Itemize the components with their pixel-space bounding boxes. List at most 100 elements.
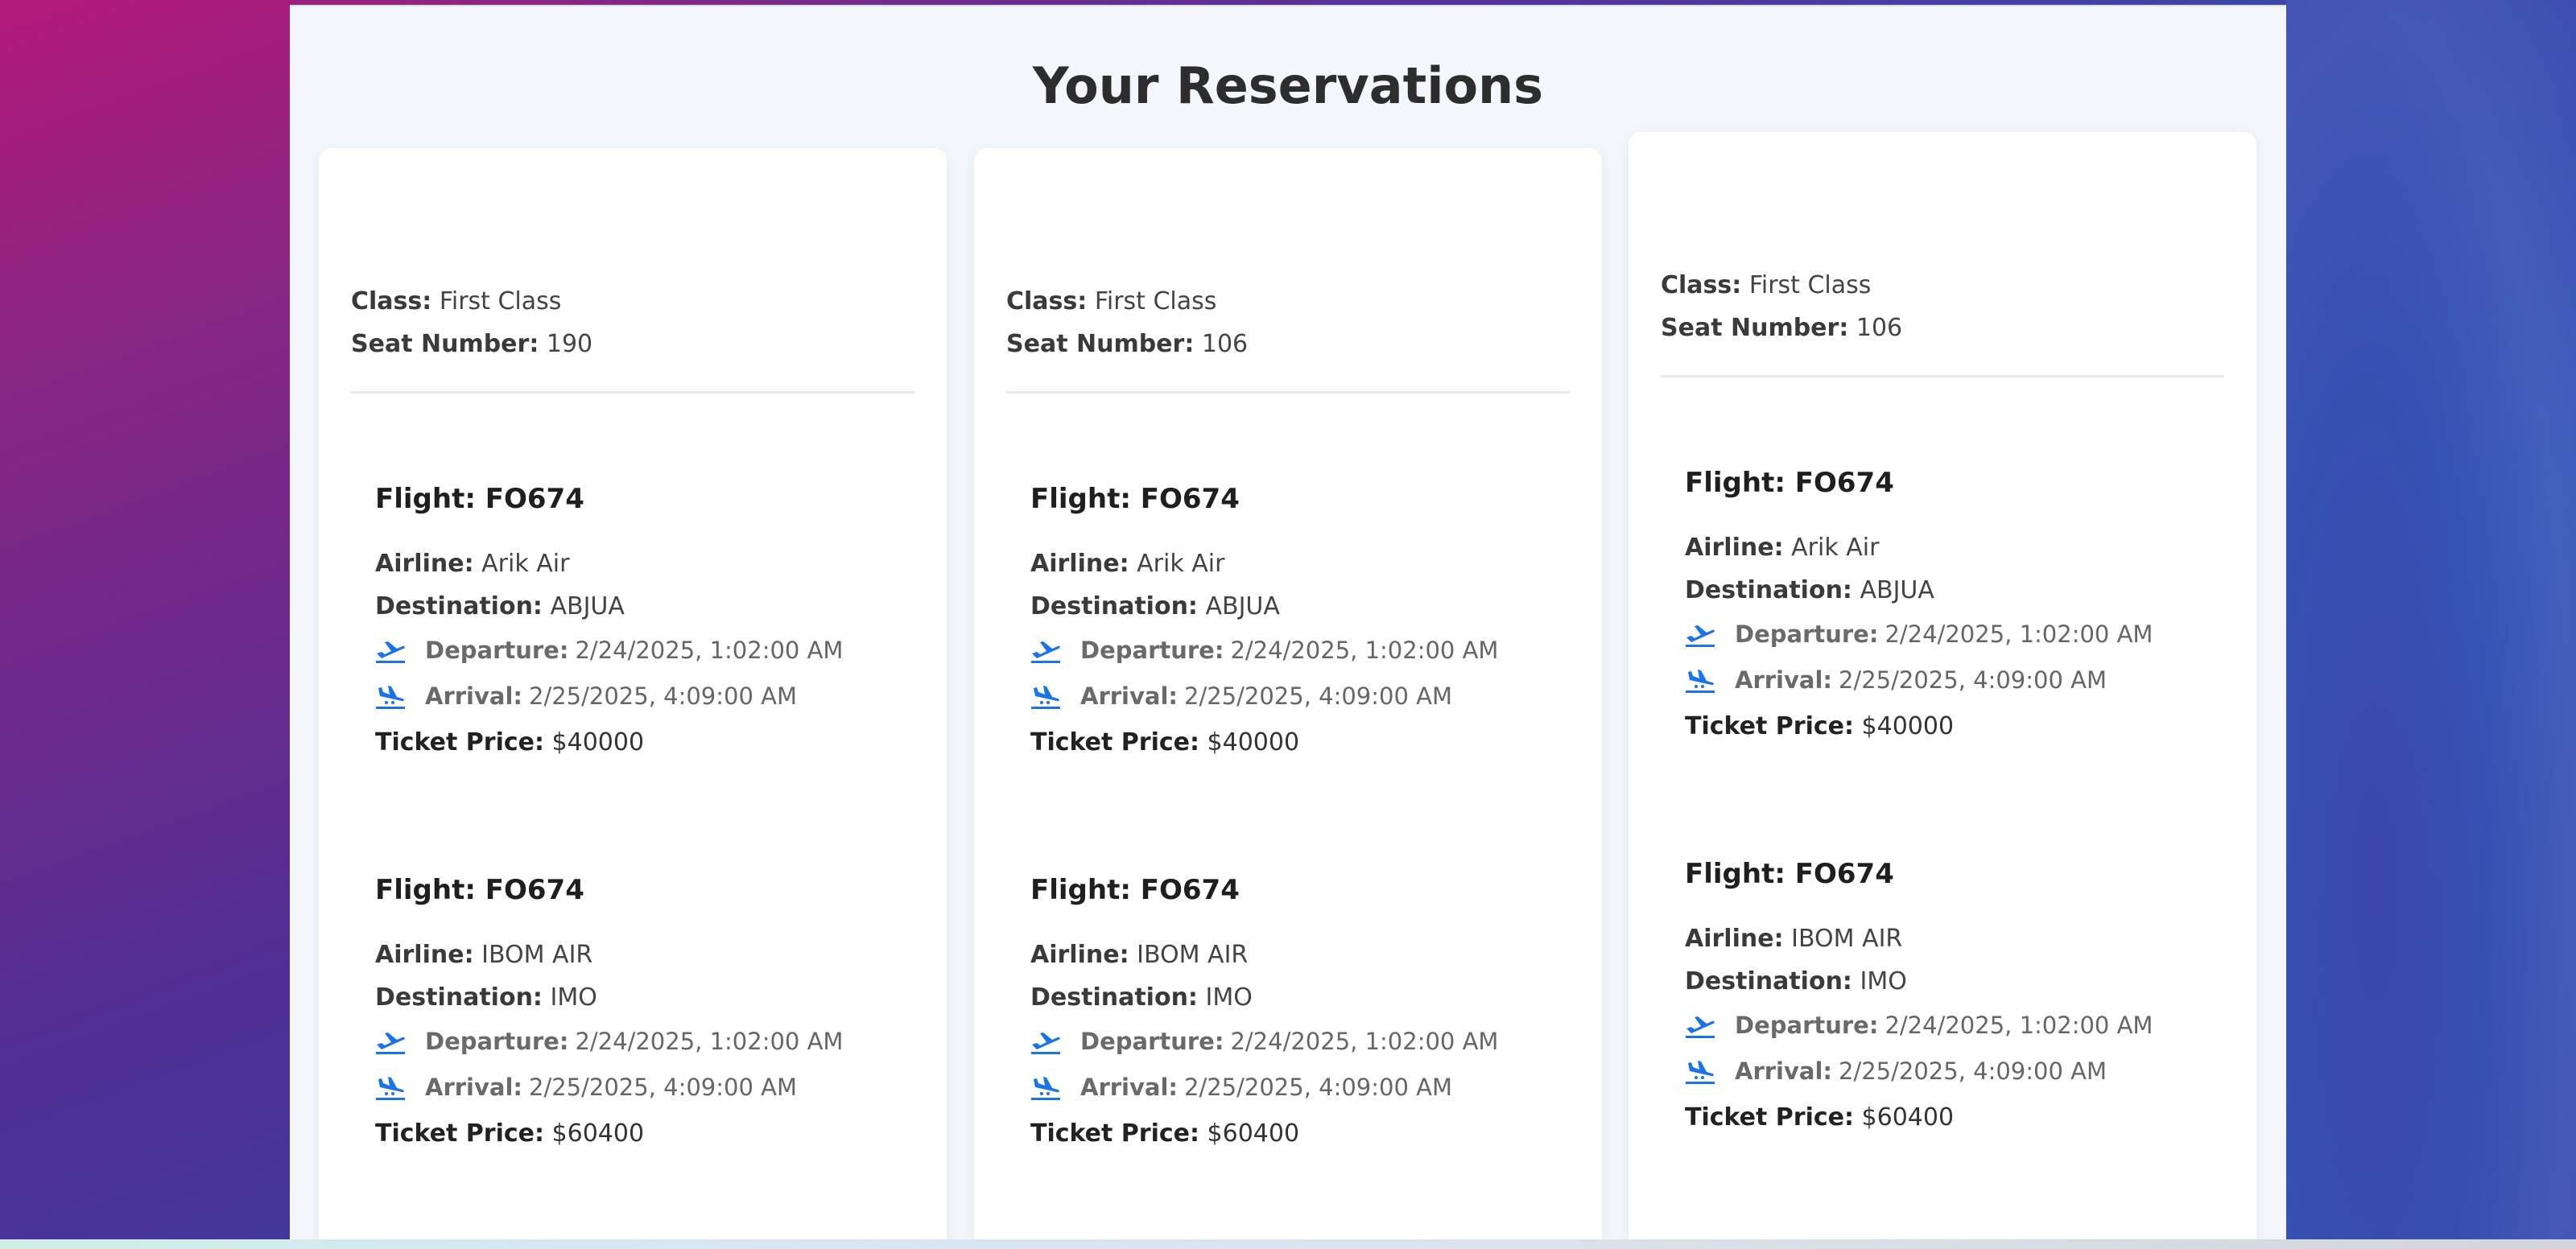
- reservation-card: Class: First Class Seat Number: 190 Flig…: [319, 148, 947, 1241]
- class-value: First Class: [439, 287, 562, 315]
- departure-value: 2/24/2025, 1:02:00 AM: [575, 637, 844, 664]
- departure-row: Departure: 2/24/2025, 1:02:00 AM: [1685, 612, 2216, 657]
- arrival-row: Arrival: 2/25/2025, 4:09:00 AM: [1685, 1049, 2216, 1094]
- price-row: Ticket Price: $60400: [375, 1119, 645, 1148]
- departure-value: 2/24/2025, 1:02:00 AM: [1885, 1012, 2153, 1039]
- plane-arrival-icon: [1031, 1076, 1060, 1100]
- seat-value: 190: [546, 330, 593, 358]
- airline-row: Airline: Arik Air: [375, 550, 570, 578]
- arrival-row: Arrival: 2/25/2025, 4:09:00 AM: [375, 1065, 906, 1111]
- price-row: Ticket Price: $60400: [1685, 1103, 1955, 1132]
- bottom-bar: [0, 1239, 2576, 1249]
- reservation-summary: Class: First Class Seat Number: 106: [1006, 280, 1570, 365]
- destination-row: Destination: ABJUA: [1685, 576, 1934, 604]
- plane-arrival-icon: [1686, 669, 1715, 693]
- price-value: $60400: [1207, 1119, 1300, 1148]
- plane-departure-icon: [1031, 641, 1060, 663]
- flight-block: Flight: FO674 Airline: Arik Air Destinat…: [1030, 481, 1562, 766]
- departure-value: 2/24/2025, 1:02:00 AM: [575, 1028, 844, 1055]
- plane-arrival-icon: [376, 685, 405, 709]
- flight-title: Flight: FO674: [1030, 483, 1240, 515]
- reservation-card: Class: First Class Seat Number: 106 Flig…: [1629, 132, 2256, 1241]
- destination-row: Destination: IMO: [1685, 967, 1907, 995]
- seat-row: Seat Number: 190: [351, 330, 593, 358]
- reservation-summary: Class: First Class Seat Number: 190: [351, 280, 914, 365]
- airline-row: Airline: IBOM AIR: [1685, 925, 1903, 953]
- destination-value: IMO: [1205, 983, 1253, 1012]
- arrival-value: 2/25/2025, 4:09:00 AM: [529, 682, 798, 710]
- departure-row: Departure: 2/24/2025, 1:02:00 AM: [1030, 1019, 1562, 1065]
- departure-value: 2/24/2025, 1:02:00 AM: [1885, 620, 2153, 648]
- plane-departure-icon: [1686, 624, 1715, 647]
- price-value: $40000: [551, 728, 645, 756]
- airline-row: Airline: IBOM AIR: [375, 941, 593, 969]
- plane-arrival-icon: [376, 1076, 405, 1100]
- destination-row: Destination: ABJUA: [375, 592, 625, 620]
- plane-arrival-icon: [1031, 685, 1060, 709]
- seat-value: 106: [1856, 314, 1903, 342]
- arrival-value: 2/25/2025, 4:09:00 AM: [1839, 666, 2107, 694]
- flight-block: Flight: FO674 Airline: IBOM AIR Destinat…: [375, 872, 906, 1157]
- departure-row: Departure: 2/24/2025, 1:02:00 AM: [375, 1019, 906, 1065]
- airline-value: Arik Air: [481, 550, 570, 578]
- arrival-value: 2/25/2025, 4:09:00 AM: [1839, 1057, 2107, 1085]
- departure-row: Departure: 2/24/2025, 1:02:00 AM: [375, 628, 906, 674]
- airline-row: Airline: IBOM AIR: [1030, 941, 1249, 969]
- departure-value: 2/24/2025, 1:02:00 AM: [1230, 1028, 1499, 1055]
- class-value: First Class: [1748, 271, 1872, 299]
- background-left: [0, 0, 290, 1249]
- divider: [351, 391, 914, 394]
- seat-value: 106: [1201, 330, 1249, 358]
- airline-row: Airline: Arik Air: [1030, 550, 1225, 578]
- page-title: Your Reservations: [1032, 56, 1544, 115]
- divider: [1006, 391, 1570, 394]
- flight-title: Flight: FO674: [1030, 874, 1240, 906]
- destination-row: Destination: ABJUA: [1030, 592, 1280, 620]
- flight-block: Flight: FO674 Airline: Arik Air Destinat…: [1685, 465, 2216, 750]
- destination-value: IMO: [1860, 967, 1907, 995]
- arrival-value: 2/25/2025, 4:09:00 AM: [529, 1074, 798, 1101]
- flight-block: Flight: FO674 Airline: Arik Air Destinat…: [375, 481, 906, 766]
- price-row: Ticket Price: $40000: [1030, 728, 1300, 756]
- seat-row: Seat Number: 106: [1661, 314, 1903, 342]
- destination-value: ABJUA: [550, 592, 625, 620]
- background-right: [2286, 0, 2576, 1249]
- destination-row: Destination: IMO: [375, 983, 597, 1012]
- arrival-value: 2/25/2025, 4:09:00 AM: [1184, 682, 1453, 710]
- reservation-card: Class: First Class Seat Number: 106 Flig…: [974, 148, 1602, 1241]
- airline-value: Arik Air: [1791, 534, 1880, 562]
- destination-value: ABJUA: [1205, 592, 1280, 620]
- class-value: First Class: [1094, 287, 1217, 315]
- arrival-row: Arrival: 2/25/2025, 4:09:00 AM: [1030, 1065, 1562, 1111]
- class-row: Class: First Class: [351, 287, 562, 315]
- flight-title: Flight: FO674: [1685, 467, 1894, 499]
- arrival-value: 2/25/2025, 4:09:00 AM: [1184, 1074, 1453, 1101]
- price-row: Ticket Price: $60400: [1030, 1119, 1300, 1148]
- flight-title: Flight: FO674: [1685, 858, 1894, 890]
- plane-departure-icon: [1686, 1016, 1715, 1038]
- airline-value: IBOM AIR: [1791, 925, 1903, 953]
- airline-row: Airline: Arik Air: [1685, 534, 1880, 562]
- departure-row: Departure: 2/24/2025, 1:02:00 AM: [1030, 628, 1562, 674]
- price-value: $40000: [1207, 728, 1300, 756]
- flight-title: Flight: FO674: [375, 483, 584, 515]
- price-row: Ticket Price: $40000: [1685, 712, 1955, 740]
- flight-block: Flight: FO674 Airline: IBOM AIR Destinat…: [1685, 856, 2216, 1141]
- plane-departure-icon: [376, 1032, 405, 1054]
- reservations-panel: Your Reservations Class: First Class Sea…: [290, 5, 2286, 1241]
- plane-departure-icon: [1031, 1032, 1060, 1054]
- airline-value: IBOM AIR: [481, 941, 593, 969]
- seat-row: Seat Number: 106: [1006, 330, 1249, 358]
- destination-value: ABJUA: [1860, 576, 1934, 604]
- reservation-summary: Class: First Class Seat Number: 106: [1661, 264, 2224, 349]
- departure-row: Departure: 2/24/2025, 1:02:00 AM: [1685, 1003, 2216, 1049]
- class-row: Class: First Class: [1661, 271, 1872, 299]
- airline-value: Arik Air: [1137, 550, 1225, 578]
- flight-title: Flight: FO674: [375, 874, 584, 906]
- arrival-row: Arrival: 2/25/2025, 4:09:00 AM: [1030, 674, 1562, 719]
- airline-value: IBOM AIR: [1137, 941, 1249, 969]
- destination-row: Destination: IMO: [1030, 983, 1253, 1012]
- departure-value: 2/24/2025, 1:02:00 AM: [1230, 637, 1499, 664]
- flight-block: Flight: FO674 Airline: IBOM AIR Destinat…: [1030, 872, 1562, 1157]
- destination-value: IMO: [550, 983, 597, 1012]
